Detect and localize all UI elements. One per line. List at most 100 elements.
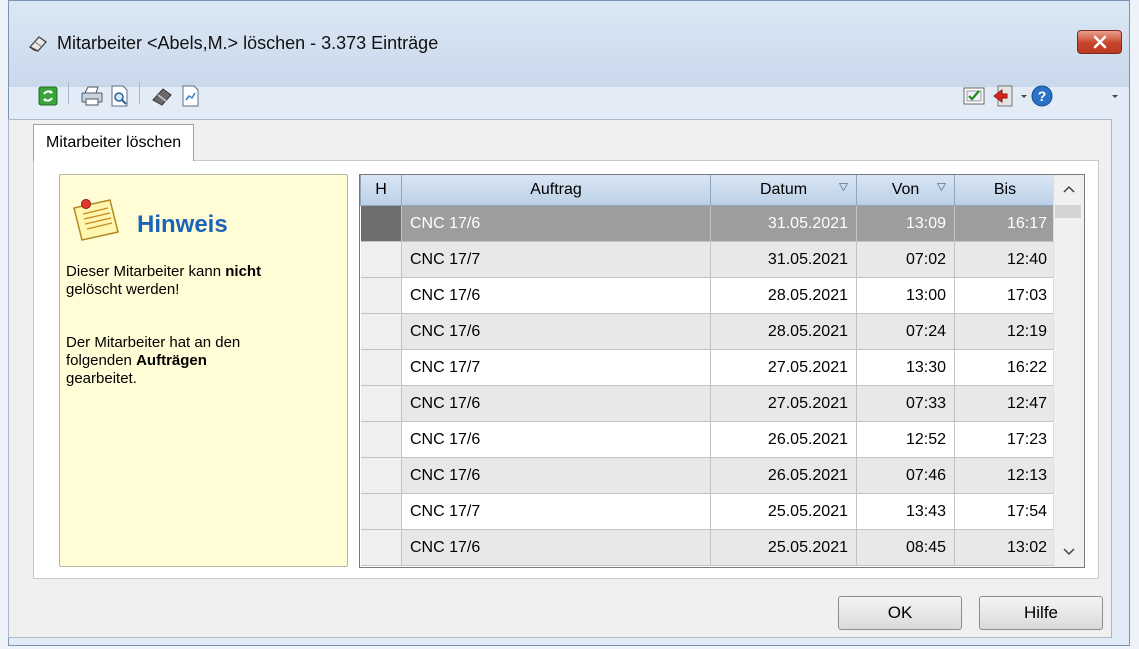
cell-datum: 26.05.2021: [710, 421, 857, 458]
row-indicator-cell: [360, 493, 402, 530]
scroll-thumb[interactable]: [1055, 205, 1081, 218]
cell-datum: 27.05.2021: [710, 349, 857, 386]
table-row[interactable]: CNC 17/7 31.05.2021 07:02 12:40: [360, 241, 1056, 278]
cell-datum: 26.05.2021: [710, 457, 857, 494]
table-row[interactable]: CNC 17/7 27.05.2021 13:30 16:22: [360, 349, 1056, 386]
cell-von: 07:33: [856, 385, 955, 422]
help-button[interactable]: Hilfe: [979, 596, 1103, 630]
checklist-icon[interactable]: [962, 84, 986, 108]
cell-von: 13:00: [856, 277, 955, 314]
cell-auftrag: CNC 17/6: [401, 313, 711, 350]
help-icon[interactable]: ?: [1030, 84, 1054, 108]
cell-bis: 17:23: [954, 421, 1056, 458]
close-button[interactable]: [1077, 30, 1122, 54]
scroll-up-icon[interactable]: [1063, 185, 1075, 193]
row-indicator-cell: [360, 421, 402, 458]
cell-auftrag: CNC 17/7: [401, 493, 711, 530]
vertical-scrollbar[interactable]: [1053, 175, 1084, 567]
col-header-h[interactable]: H: [360, 175, 402, 206]
cell-datum: 28.05.2021: [710, 313, 857, 350]
scroll-down-icon[interactable]: [1063, 548, 1075, 556]
table-row[interactable]: CNC 17/7 25.05.2021 13:43 17:54: [360, 493, 1056, 530]
sort-icon: [937, 183, 946, 191]
cell-datum: 31.05.2021: [710, 241, 857, 278]
cell-bis: 16:22: [954, 349, 1056, 386]
toolbar-separator: [139, 82, 140, 104]
cell-datum: 25.05.2021: [710, 529, 857, 566]
cell-datum: 28.05.2021: [710, 277, 857, 314]
row-indicator-cell: [360, 313, 402, 350]
table-row[interactable]: CNC 17/6 28.05.2021 13:00 17:03: [360, 277, 1056, 314]
table-row[interactable]: CNC 17/6 26.05.2021 12:52 17:23: [360, 421, 1056, 458]
chevron-down-icon[interactable]: [1019, 87, 1029, 105]
cell-datum: 27.05.2021: [710, 385, 857, 422]
table-row[interactable]: CNC 17/6 27.05.2021 07:33 12:47: [360, 385, 1056, 422]
cell-bis: 17:03: [954, 277, 1056, 314]
hint-title: Hinweis: [137, 211, 228, 238]
cell-von: 07:46: [856, 457, 955, 494]
table-row[interactable]: CNC 17/6 25.05.2021 08:45 13:02: [360, 529, 1056, 566]
cell-auftrag: CNC 17/7: [401, 241, 711, 278]
cell-auftrag: CNC 17/6: [401, 277, 711, 314]
cell-auftrag: CNC 17/6: [401, 457, 711, 494]
cell-von: 07:02: [856, 241, 955, 278]
hint-line: gearbeitet.: [66, 370, 137, 387]
cell-bis: 12:19: [954, 313, 1056, 350]
cell-bis: 16:17: [954, 205, 1056, 242]
ok-button[interactable]: OK: [838, 596, 962, 630]
row-indicator-cell: [360, 529, 402, 566]
col-header-bis[interactable]: Bis: [954, 175, 1056, 206]
eraser-icon[interactable]: [150, 84, 174, 108]
eraser-icon: [28, 36, 47, 52]
print-preview-icon[interactable]: [108, 84, 132, 108]
cell-auftrag: CNC 17/7: [401, 349, 711, 386]
row-indicator-cell: [360, 241, 402, 278]
cell-von: 13:09: [856, 205, 955, 242]
cell-auftrag: CNC 17/6: [401, 421, 711, 458]
cell-datum: 31.05.2021: [710, 205, 857, 242]
row-indicator-cell: [360, 205, 402, 242]
row-indicator-cell: [360, 277, 402, 314]
hint-line: Der Mitarbeiter hat an den: [66, 334, 241, 351]
col-header-auftrag[interactable]: Auftrag: [401, 175, 711, 206]
col-header-von[interactable]: Von: [856, 175, 955, 206]
cell-bis: 17:54: [954, 493, 1056, 530]
svg-text:?: ?: [1038, 88, 1047, 104]
hint-line: gelöscht werden!: [66, 281, 180, 298]
cell-bis: 13:02: [954, 529, 1056, 566]
row-indicator-cell: [360, 349, 402, 386]
toolbar-separator: [68, 82, 69, 104]
refresh-icon[interactable]: [36, 84, 60, 108]
window-title: Mitarbeiter <Abels,M.> löschen - 3.373 E…: [57, 33, 439, 53]
row-indicator-cell: [360, 457, 402, 494]
hint-line: Dieser Mitarbeiter kann nicht: [66, 263, 262, 280]
table-row[interactable]: CNC 17/6 26.05.2021 07:46 12:13: [360, 457, 1056, 494]
chevron-down-icon[interactable]: [1110, 87, 1120, 105]
cell-bis: 12:13: [954, 457, 1056, 494]
orders-grid[interactable]: H Auftrag Datum Von Bis CNC 17/6 31.05.20…: [359, 174, 1085, 568]
cell-bis: 12:40: [954, 241, 1056, 278]
cell-von: 13:30: [856, 349, 955, 386]
cell-von: 07:24: [856, 313, 955, 350]
tab-mitarbeiter-loeschen[interactable]: Mitarbeiter löschen: [33, 124, 195, 161]
cell-auftrag: CNC 17/6: [401, 529, 711, 566]
exit-icon[interactable]: [992, 84, 1016, 108]
cell-von: 08:45: [856, 529, 955, 566]
col-header-datum[interactable]: Datum: [710, 175, 857, 206]
sort-icon: [839, 183, 848, 191]
note-icon: [73, 199, 119, 241]
close-icon: [1093, 35, 1107, 49]
table-row[interactable]: CNC 17/6 31.05.2021 13:09 16:17: [360, 205, 1056, 242]
cell-von: 12:52: [856, 421, 955, 458]
print-icon[interactable]: [80, 84, 104, 108]
table-header-row: H Auftrag Datum Von Bis: [360, 175, 1056, 206]
orders-table: H Auftrag Datum Von Bis CNC 17/6 31.05.20…: [360, 175, 1056, 566]
chart-icon[interactable]: [178, 84, 202, 108]
table-row[interactable]: CNC 17/6 28.05.2021 07:24 12:19: [360, 313, 1056, 350]
hint-line: folgenden Aufträgen: [66, 352, 207, 369]
row-indicator-cell: [360, 385, 402, 422]
cell-bis: 12:47: [954, 385, 1056, 422]
cell-von: 13:43: [856, 493, 955, 530]
cell-datum: 25.05.2021: [710, 493, 857, 530]
title-bar: Mitarbeiter <Abels,M.> löschen - 3.373 E…: [9, 1, 1129, 87]
